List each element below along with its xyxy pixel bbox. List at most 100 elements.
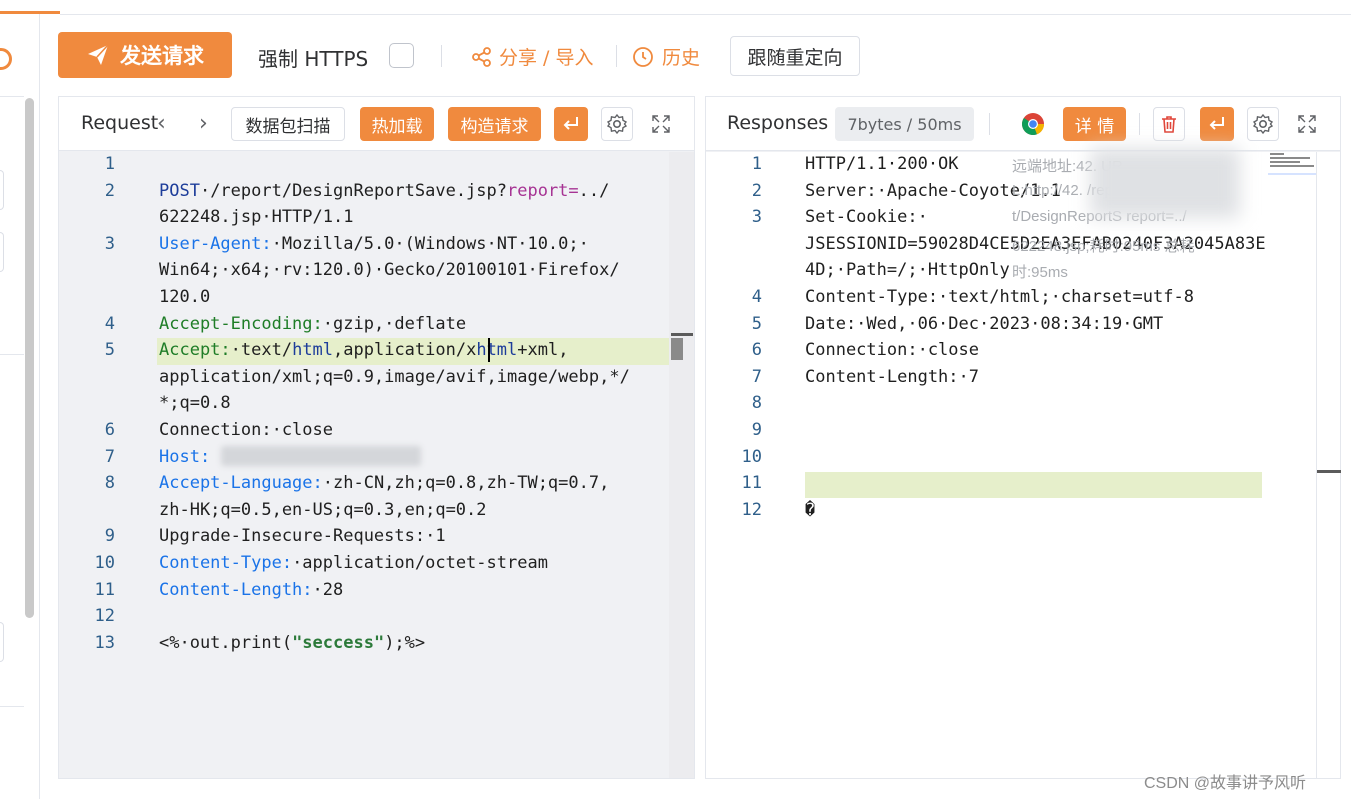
follow-redirect-button[interactable]: 跟随重定向 (730, 36, 860, 76)
response-wrap-button[interactable] (1200, 107, 1234, 141)
line-number: 11 (94, 579, 115, 600)
chevron-right-icon[interactable]: › (199, 111, 208, 136)
code-line: Connection:·close (805, 340, 979, 361)
share-icon (472, 46, 491, 67)
code-token: User-Agent: (159, 233, 272, 254)
line-number: 7 (751, 366, 762, 387)
line-number: 6 (751, 340, 762, 361)
line-number: 9 (104, 526, 115, 547)
hot-load-button[interactable]: 热加载 (360, 107, 434, 141)
code-token: html (476, 340, 518, 361)
force-https-label: 强制 HTTPS (258, 47, 369, 71)
code-token: +xml, (517, 340, 569, 361)
code-line: POST·/report/DesignReportSave.jsp?report… (159, 181, 609, 201)
request-title: Request (81, 112, 159, 134)
word-wrap-button[interactable] (554, 107, 588, 141)
tooltip-line: 622248.jsp;耗时:95ms 总耗 (1012, 237, 1195, 255)
code-line: Host: (159, 447, 210, 467)
code-token: );%> (384, 632, 426, 653)
wrap-icon (563, 117, 578, 130)
code-token: ,application/x (333, 340, 477, 361)
clock-icon (633, 46, 653, 67)
response-scroll-track[interactable] (1316, 152, 1317, 778)
force-https-checkbox[interactable] (389, 43, 414, 68)
chrome-icon (1022, 113, 1045, 136)
response-fullscreen-button[interactable] (1294, 111, 1320, 137)
code-token: Content-Type: (159, 553, 293, 573)
code-line: Date:·Wed,·06·Dec·2023·08:34:19·GMT (805, 313, 1164, 334)
code-token: Host: (159, 446, 211, 467)
left-sidebar-strip (0, 0, 40, 799)
code-line: Content-Length:·7 (805, 366, 979, 387)
minimap-line (1270, 157, 1310, 159)
sidebar-scrollbar[interactable] (25, 98, 34, 618)
code-line: � (805, 499, 816, 520)
request-scroll-track[interactable] (669, 152, 694, 778)
sidebar-input-edge[interactable] (0, 622, 4, 662)
open-in-browser-button[interactable] (1020, 111, 1046, 137)
line-number: 4 (104, 313, 115, 334)
delete-button[interactable] (1153, 107, 1185, 141)
code-line: Accept-Encoding:·gzip,·deflate (159, 314, 466, 334)
packet-scan-button[interactable]: 数据包扫描 (231, 107, 345, 141)
line-number: 3 (751, 207, 762, 228)
code-line: User-Agent:·Mozilla/5.0·(Windows·NT·10.0… (159, 234, 589, 254)
response-scroll-marker (1317, 470, 1341, 473)
trash-icon (1162, 116, 1176, 133)
line-number: 5 (751, 313, 762, 334)
code-token: Upgrade-Insecure-Requests:·1 (159, 526, 446, 547)
send-icon (88, 44, 109, 65)
code-token: ·zh-CN,zh;q=0.8,zh-TW;q=0.7, (322, 473, 610, 494)
minimap-line (1270, 153, 1284, 155)
response-panel-header: Responses 7bytes / 50ms 详 情 (706, 97, 1340, 151)
code-line: 4D;·Path=/;·HttpOnly (805, 260, 1010, 281)
redacted-address (1090, 148, 1240, 218)
expand-icon (652, 115, 670, 133)
code-token: ·Mozilla/5.0·(Windows·NT·10.0;· (271, 233, 589, 254)
response-minimap[interactable] (1268, 151, 1316, 175)
code-token: ../ (578, 180, 610, 201)
code-line: Accept-Language:·zh-CN,zh;q=0.8,zh-TW;q=… (159, 473, 609, 493)
request-editor[interactable]: 1 2 POST·/report/DesignReportSave.jsp?repo… (59, 152, 694, 778)
history-label: 历史 (662, 47, 701, 69)
request-scroll-thumb[interactable] (671, 338, 683, 360)
line-number: 1 (104, 154, 115, 174)
share-import-link[interactable]: 分享 / 导入 (471, 43, 593, 70)
code-line: Set-Cookie:· (805, 207, 928, 228)
sidebar-divider (0, 706, 24, 707)
share-import-label: 分享 / 导入 (499, 47, 594, 69)
sidebar-input-edge[interactable] (0, 232, 4, 272)
line-number: 2 (751, 180, 762, 201)
header-divider (989, 113, 990, 135)
header-divider (1139, 113, 1140, 135)
code-line: Upgrade-Insecure-Requests:·1 (159, 526, 446, 546)
wrap-icon (1209, 117, 1224, 130)
line-number: 1 (751, 154, 762, 174)
settings-button[interactable] (601, 107, 633, 141)
line-number: 10 (94, 553, 115, 573)
line-number: 6 (104, 420, 115, 440)
fullscreen-button[interactable] (648, 111, 674, 137)
line-number: 8 (751, 393, 762, 414)
send-request-button[interactable]: 发送请求 (58, 32, 232, 78)
active-tab-indicator[interactable] (0, 0, 60, 14)
code-line: 120.0 (159, 287, 210, 307)
construct-request-button[interactable]: 构造请求 (448, 107, 541, 141)
code-token: POST (159, 180, 200, 201)
sidebar-input-edge[interactable] (0, 170, 4, 210)
tooltip-line: 时:95ms (1012, 264, 1068, 281)
code-token: ·application/octet-stream (292, 553, 548, 573)
response-stats-badge: 7bytes / 50ms (835, 107, 974, 141)
chevron-left-icon[interactable]: ‹ (157, 111, 166, 136)
code-token: Connection:·close (159, 420, 333, 440)
minimap-line (1270, 165, 1314, 167)
line-number: 3 (104, 233, 115, 254)
response-settings-button[interactable] (1247, 107, 1279, 141)
code-token: Accept: (159, 340, 231, 361)
details-button[interactable]: 详 情 (1063, 107, 1126, 141)
history-link[interactable]: 历史 (632, 43, 700, 70)
code-token: *;q=0.8 (159, 393, 231, 414)
current-line-highlight (805, 472, 1262, 498)
code-token: 120.0 (159, 287, 211, 307)
code-line: 622248.jsp·HTTP/1.1 (159, 207, 353, 227)
